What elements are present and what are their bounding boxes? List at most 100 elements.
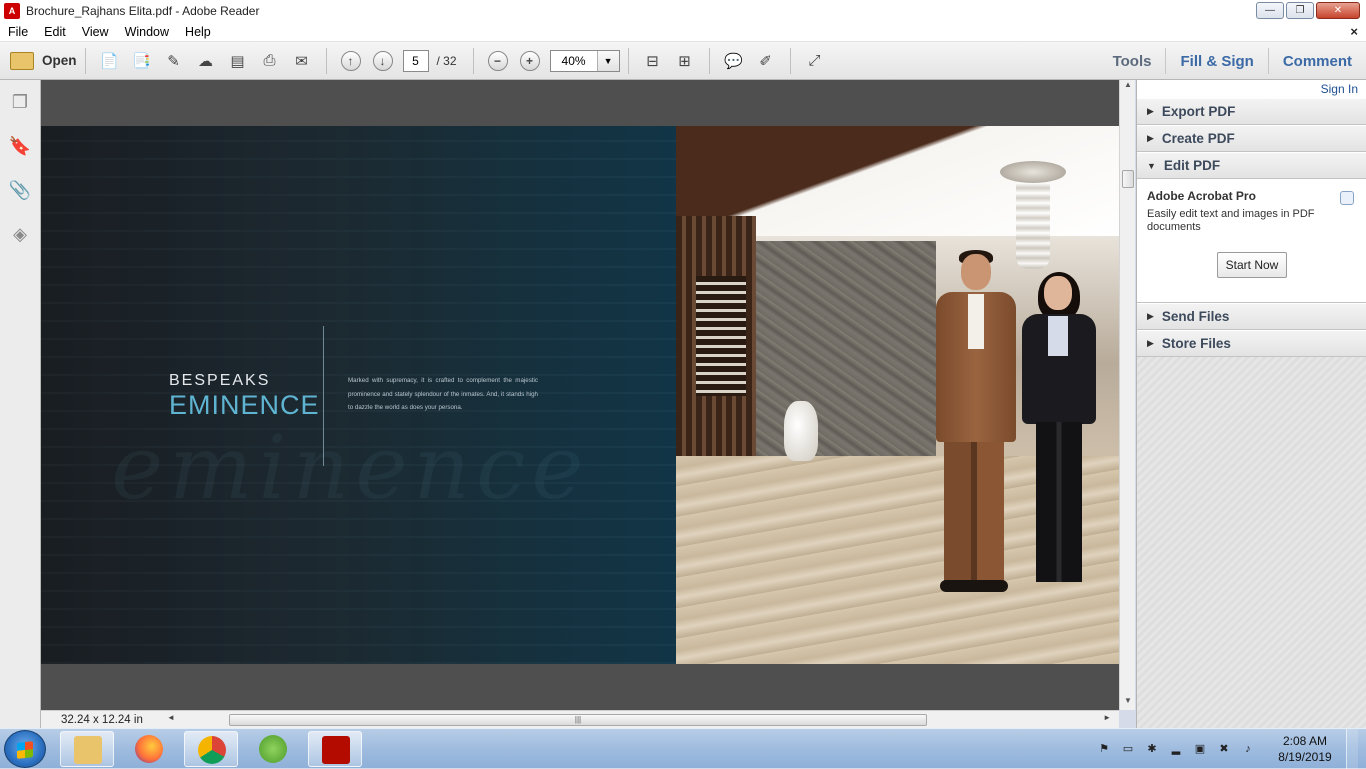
removable-device-icon[interactable]: ▣	[1193, 742, 1207, 756]
divider-line	[323, 326, 324, 466]
tools-panel: Sign In ▶ Export PDF ▶ Create PDF ▼ Edit…	[1136, 80, 1366, 728]
tab-fill-sign[interactable]: Fill & Sign	[1166, 53, 1267, 70]
edit-pdf-icon[interactable]: ✎	[163, 50, 185, 72]
horizontal-scroll-thumb[interactable]: |||	[229, 714, 927, 726]
section-label: Create PDF	[1161, 131, 1235, 146]
man-shoes	[940, 580, 1008, 592]
zoom-out-button[interactable]: −	[487, 50, 509, 72]
arrow-down-icon: ↓	[372, 50, 393, 71]
plus-icon: +	[519, 50, 540, 71]
clock-time: 2:08 AM	[1282, 734, 1328, 748]
acrobat-pro-icon[interactable]	[1340, 191, 1354, 205]
scroll-up-icon[interactable]: ▲	[1120, 80, 1136, 94]
page-size: 32.24 x 12.24 in	[61, 713, 143, 726]
menu-window[interactable]: Window	[117, 25, 177, 39]
signal-icon[interactable]: ▂	[1169, 742, 1183, 756]
email-icon[interactable]: ✉	[291, 50, 313, 72]
navigation-pane: ❐ 🔖 📎 ◈	[0, 80, 41, 728]
section-send-files[interactable]: ▶ Send Files	[1137, 303, 1366, 330]
zoom-in-button[interactable]: +	[519, 50, 541, 72]
minus-icon: −	[487, 50, 508, 71]
product-name: Adobe Acrobat Pro	[1147, 189, 1256, 203]
bookmarks-icon[interactable]: 🔖	[8, 134, 32, 158]
taskbar-firefox[interactable]	[122, 731, 176, 767]
page-number-input[interactable]: 5	[402, 49, 429, 72]
previous-page-button[interactable]: ↑	[340, 50, 362, 72]
zoom-select[interactable]: 40% ▼	[549, 49, 620, 72]
action-center-icon[interactable]: ⚑	[1097, 742, 1111, 756]
maximize-button[interactable]: ❐	[1286, 2, 1314, 19]
section-edit-pdf[interactable]: ▼ Edit PDF	[1137, 152, 1366, 179]
print-icon[interactable]: ⎙	[259, 50, 281, 72]
toolbar-separator	[627, 47, 629, 74]
section-create-pdf[interactable]: ▶ Create PDF	[1137, 125, 1366, 152]
scroll-right-icon[interactable]: ►	[1103, 713, 1111, 722]
start-now-button[interactable]: Start Now	[1217, 252, 1287, 278]
page-thumbnails-icon[interactable]: ❐	[8, 90, 32, 114]
show-desktop-button[interactable]	[1346, 729, 1358, 769]
next-page-button[interactable]: ↓	[372, 50, 394, 72]
highlight-text-icon[interactable]: ✐	[755, 50, 777, 72]
section-label: Edit PDF	[1163, 158, 1221, 173]
upload-cloud-icon[interactable]: ☁	[195, 50, 217, 72]
fit-width-icon[interactable]: ⊞	[674, 50, 696, 72]
display-icon[interactable]: ▭	[1121, 742, 1135, 756]
section-store-files[interactable]: ▶ Store Files	[1137, 330, 1366, 357]
scroll-down-icon[interactable]: ▼	[1120, 696, 1136, 710]
horizontal-scrollbar[interactable]: ◄ ||| ►	[161, 713, 1111, 726]
create-pdf-icon[interactable]: 📄	[99, 50, 121, 72]
toolbar-separator	[789, 47, 791, 74]
collapse-triangle-icon: ▼	[1147, 160, 1156, 171]
toolbar-separator	[325, 47, 327, 74]
tab-comment[interactable]: Comment	[1269, 53, 1366, 70]
man-shirt	[968, 294, 984, 349]
minimize-button[interactable]: —	[1256, 2, 1284, 19]
man-legs	[944, 442, 1004, 582]
vertical-scrollbar[interactable]: ▲ ▼	[1119, 80, 1135, 710]
network-error-icon[interactable]: ✖	[1217, 742, 1231, 756]
fit-page-icon[interactable]: ⊟	[642, 50, 664, 72]
menu-view[interactable]: View	[74, 25, 117, 39]
menu-help[interactable]: Help	[177, 25, 219, 39]
section-label: Export PDF	[1161, 104, 1236, 119]
taskbar-utorrent[interactable]	[246, 731, 300, 767]
taskbar-chrome[interactable]	[184, 731, 238, 767]
windows-logo-icon	[17, 741, 33, 759]
taskbar-file-explorer[interactable]	[60, 731, 114, 767]
chevron-down-icon[interactable]: ▼	[596, 50, 619, 71]
start-button[interactable]	[4, 730, 46, 768]
adobe-reader-icon	[322, 736, 350, 764]
edit-pdf-content: Adobe Acrobat Pro Easily edit text and i…	[1137, 179, 1366, 303]
menu-file[interactable]: File	[0, 25, 36, 39]
scroll-left-icon[interactable]: ◄	[167, 713, 175, 722]
taskbar-adobe-reader[interactable]	[308, 731, 362, 767]
title-bar: A Brochure_Rajhans Elita.pdf - Adobe Rea…	[0, 0, 1366, 22]
close-document-icon[interactable]: ×	[1350, 24, 1358, 39]
export-pdf-icon[interactable]: 📑	[131, 50, 153, 72]
vertical-scroll-thumb[interactable]	[1122, 170, 1134, 188]
menu-edit[interactable]: Edit	[36, 25, 74, 39]
document-viewport[interactable]: eminence BESPEAKS EMINENCE Marked with s…	[41, 80, 1119, 710]
tab-tools[interactable]: Tools	[1099, 53, 1166, 70]
toolbar-separator	[84, 47, 86, 74]
clock[interactable]: 2:08 AM 8/19/2019	[1270, 733, 1340, 765]
system-tray: ⚑ ▭ ✱ ▂ ▣ ✖ ♪ 2:08 AM 8/19/2019	[1092, 729, 1358, 769]
section-label: Store Files	[1161, 336, 1231, 351]
sticky-note-icon[interactable]: 💬	[723, 50, 745, 72]
section-export-pdf[interactable]: ▶ Export PDF	[1137, 98, 1366, 125]
status-bar: 32.24 x 12.24 in ◄ ||| ►	[41, 710, 1119, 728]
attachments-icon[interactable]: 📎	[8, 178, 32, 202]
woman-head	[1044, 276, 1072, 310]
layers-icon[interactable]: ◈	[8, 222, 32, 246]
save-icon[interactable]: ▤	[227, 50, 249, 72]
close-button[interactable]: ✕	[1316, 2, 1360, 19]
volume-icon[interactable]: ♪	[1241, 742, 1255, 756]
chrome-icon	[198, 736, 226, 764]
bluetooth-icon[interactable]: ✱	[1145, 742, 1159, 756]
open-button[interactable]: Open	[10, 51, 77, 70]
pdf-page: eminence BESPEAKS EMINENCE Marked with s…	[41, 126, 1119, 664]
expand-triangle-icon: ▶	[1147, 133, 1154, 143]
full-screen-icon[interactable]: ⤢	[804, 50, 826, 72]
body-copy: Marked with supremacy, it is crafted to …	[348, 377, 538, 411]
sign-in-link[interactable]: Sign In	[1137, 80, 1366, 98]
